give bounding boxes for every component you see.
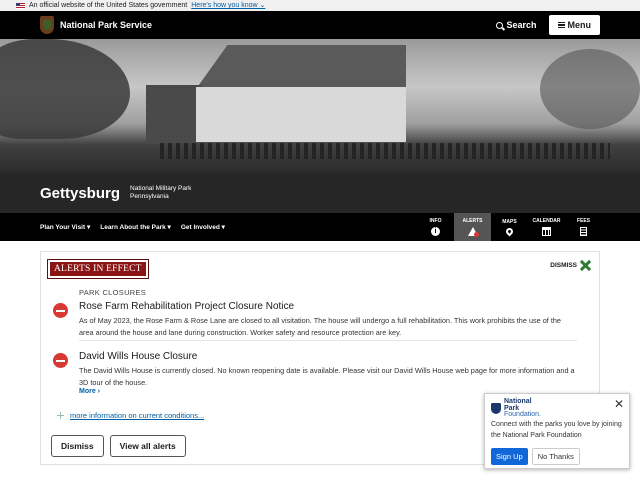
nav-maps[interactable]: MAPS bbox=[491, 213, 528, 241]
plus-icon bbox=[57, 412, 64, 419]
closure-icon bbox=[53, 353, 68, 368]
alert-divider bbox=[79, 340, 577, 341]
menu-label: Menu bbox=[567, 20, 592, 30]
current-conditions-link[interactable]: more information on current conditions..… bbox=[70, 411, 204, 420]
nav-calendar[interactable]: CALENDAR bbox=[528, 213, 565, 241]
nav-fees[interactable]: FEES bbox=[565, 213, 602, 241]
nav-alerts[interactable]: ALERTS bbox=[454, 213, 491, 241]
view-all-alerts-button[interactable]: View all alerts bbox=[109, 435, 186, 457]
nav-get-involved[interactable]: Get Involved bbox=[181, 223, 225, 231]
npf-sign-up-button[interactable]: Sign Up bbox=[491, 448, 528, 465]
map-pin-icon bbox=[504, 226, 515, 237]
dismiss-top-label: DISMISS bbox=[550, 262, 577, 269]
alert-body: The David Wills House is currently close… bbox=[79, 366, 575, 387]
fees-icon bbox=[580, 227, 587, 236]
hero-tree bbox=[540, 49, 640, 129]
nps-arrowhead-logo[interactable] bbox=[40, 16, 54, 34]
npf-message: Connect with the parks you love by joini… bbox=[491, 421, 622, 439]
gov-banner-text: An official website of the United States… bbox=[29, 2, 188, 9]
park-title-band: Gettysburg National Military Park Pennsy… bbox=[0, 173, 640, 213]
hero-troops bbox=[160, 143, 610, 159]
gov-banner: An official website of the United States… bbox=[0, 0, 640, 11]
park-title[interactable]: Gettysburg bbox=[40, 185, 120, 202]
npf-close-button[interactable]: ✕ bbox=[614, 398, 624, 410]
closure-icon bbox=[53, 303, 68, 318]
nav-info[interactable]: INFO i bbox=[417, 213, 454, 241]
search-label: Search bbox=[506, 20, 537, 30]
alert-title: David Wills House Closure bbox=[79, 351, 198, 362]
current-conditions: more information on current conditions..… bbox=[57, 411, 204, 420]
calendar-icon bbox=[542, 227, 551, 236]
npf-name-line3: Foundation. bbox=[504, 411, 541, 418]
npf-no-thanks-button[interactable]: No Thanks bbox=[531, 448, 580, 465]
heres-how-you-know-link[interactable]: Here's how you know bbox=[191, 0, 265, 11]
dismiss-button[interactable]: Dismiss bbox=[51, 435, 104, 457]
menu-button[interactable]: Menu bbox=[548, 15, 600, 35]
nav-plan-your-visit[interactable]: Plan Your Visit bbox=[40, 223, 90, 231]
npf-name: National Park Foundation. bbox=[504, 398, 541, 419]
alerts-heading: ALERTS IN EFFECT bbox=[47, 259, 149, 279]
hero-barn bbox=[196, 87, 406, 142]
dismiss-top-button[interactable]: DISMISS bbox=[550, 260, 591, 271]
alert-item: Rose Farm Rehabilitation Project Closure… bbox=[53, 301, 577, 338]
alert-count-badge bbox=[474, 232, 479, 237]
alert-icon bbox=[468, 227, 479, 237]
alert-category: PARK CLOSURES bbox=[79, 288, 147, 297]
site-header: National Park Service Search Menu bbox=[0, 11, 640, 39]
alert-title: Rose Farm Rehabilitation Project Closure… bbox=[79, 301, 295, 312]
alert-item: David Wills House Closure The David Will… bbox=[53, 351, 577, 395]
hero-tree bbox=[0, 39, 130, 139]
npf-popup: National Park Foundation. ✕ Connect with… bbox=[484, 393, 630, 469]
park-subtitle: National Military Park Pennsylvania bbox=[130, 185, 191, 202]
close-icon bbox=[580, 260, 591, 271]
park-designation: National Military Park bbox=[130, 184, 192, 192]
hero-image bbox=[0, 39, 640, 175]
npf-logo: National Park Foundation. bbox=[491, 398, 541, 419]
alerts-heading-text: ALERTS IN EFFECT bbox=[50, 262, 146, 276]
info-icon: i bbox=[431, 227, 440, 236]
us-flag-icon bbox=[16, 2, 25, 9]
npf-arrowhead-icon bbox=[491, 403, 501, 415]
hero-barn-side bbox=[146, 85, 202, 143]
hero-barn-roof bbox=[196, 45, 406, 89]
hamburger-icon bbox=[557, 22, 565, 28]
nav-fees-label: FEES bbox=[576, 218, 591, 224]
nav-learn-about-the-park[interactable]: Learn About the Park bbox=[100, 223, 171, 231]
site-name-link[interactable]: National Park Service bbox=[60, 20, 152, 30]
search-button[interactable]: Search bbox=[496, 20, 537, 30]
park-state: Pennsylvania bbox=[130, 193, 169, 200]
nav-calendar-label: CALENDAR bbox=[532, 218, 561, 224]
alert-body: As of May 2023, the Rose Farm & Rose Lan… bbox=[79, 316, 561, 337]
nav-maps-label: MAPS bbox=[502, 219, 517, 225]
alerts-actions: Dismiss View all alerts bbox=[51, 435, 186, 457]
nav-info-label: INFO bbox=[429, 218, 442, 224]
park-nav: Plan Your Visit Learn About the Park Get… bbox=[0, 213, 640, 241]
search-icon bbox=[496, 21, 504, 29]
nav-alerts-label: ALERTS bbox=[462, 218, 483, 224]
